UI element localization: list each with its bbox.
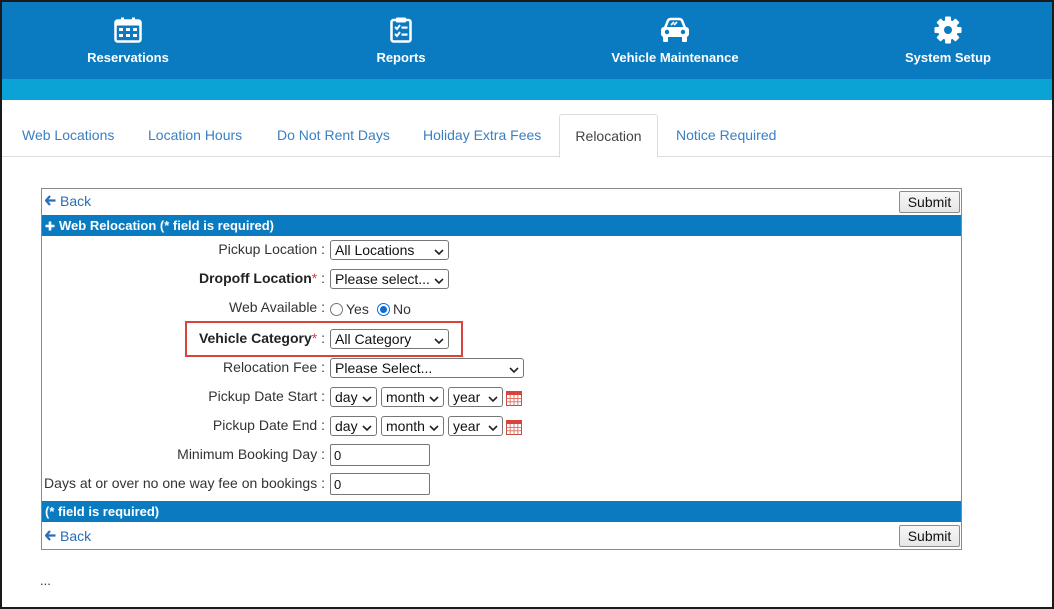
relocation-fee-label: Relocation Fee : [223,359,325,375]
pickup-location-label: Pickup Location : [218,241,325,257]
form-header-label: Web Relocation (* field is required) [59,218,275,233]
tab-location-hours[interactable]: Location Hours [148,114,242,157]
back-link-top[interactable]: Back [44,193,92,209]
back-label: Back [60,528,92,544]
chevron-down-icon [429,391,439,406]
dropoff-location-select[interactable]: Please select... [330,269,449,289]
nav-label: Vehicle Maintenance [611,50,739,65]
relocation-fee-select[interactable]: Please Select... [330,358,524,378]
web-available-label: Web Available : [229,299,325,315]
pickup-end-day-select[interactable]: day [330,416,377,436]
radio-circle [330,302,343,316]
nav-system-setup[interactable]: System Setup [848,2,1048,79]
chevron-down-icon [488,391,498,406]
clipboard-icon [390,15,412,45]
top-navigation: Reservations Reports Vehicle Maintenance… [2,2,1052,79]
calendar-icon[interactable] [506,390,522,409]
chevron-down-icon [434,273,444,288]
back-link-bottom[interactable]: Back [44,528,92,544]
pickup-end-month-select[interactable]: month [381,416,444,436]
tab-relocation[interactable]: Relocation [559,114,658,158]
arrow-left-icon [44,528,56,544]
chevron-down-icon [362,391,372,406]
no-one-way-fee-days-label: Days at or over no one way fee on bookin… [44,475,325,491]
chevron-down-icon [429,420,439,435]
tab-do-not-rent-days[interactable]: Do Not Rent Days [277,114,390,157]
gear-icon [934,15,962,45]
submit-button-top[interactable]: Submit [899,191,960,213]
app-window: Reservations Reports Vehicle Maintenance… [0,0,1054,609]
form-footer-label: (* field is required) [45,504,160,519]
vehicle-category-select[interactable]: All Category [330,329,449,349]
tab-holiday-extra-fees[interactable]: Holiday Extra Fees [423,114,541,157]
calendar-icon[interactable] [506,419,522,438]
tab-notice-required[interactable]: Notice Required [676,114,776,157]
pickup-date-start-label: Pickup Date Start : [208,388,325,404]
form-header-bar: Web Relocation (* field is required) [42,215,961,236]
arrow-left-icon [44,193,56,209]
chevron-down-icon [509,362,519,377]
radio-circle-selected [377,302,390,316]
tab-bar: Web Locations Location Hours Do Not Rent… [2,114,1052,158]
nav-reservations[interactable]: Reservations [28,2,228,79]
relocation-form-panel: Back Submit Web Relocation (* field is r… [41,188,962,550]
pickup-start-day-select[interactable]: day [330,387,377,407]
web-available-yes-radio[interactable]: Yes [330,301,369,317]
pickup-location-select[interactable]: All Locations [330,240,449,260]
nav-label: Reports [376,50,426,65]
nav-vehicle-maintenance[interactable]: Vehicle Maintenance [575,2,775,79]
chevron-down-icon [362,420,372,435]
plus-icon [45,221,55,231]
form-footer-bar: (* field is required) [42,501,961,522]
pickup-end-year-select[interactable]: year [448,416,503,436]
footer-ellipsis: ... [40,573,51,588]
pickup-date-end-label: Pickup Date End : [212,417,325,433]
nav-label: System Setup [905,50,991,65]
chevron-down-icon [434,244,444,259]
minimum-booking-day-input[interactable]: 0 [330,444,430,466]
sub-navigation-bar [2,79,1052,100]
nav-reports[interactable]: Reports [301,2,501,79]
car-icon [659,15,691,45]
web-available-no-radio[interactable]: No [377,301,411,317]
calendar-icon [114,15,142,45]
chevron-down-icon [434,333,444,348]
no-one-way-fee-days-input[interactable]: 0 [330,473,430,495]
nav-label: Reservations [87,50,169,65]
dropoff-location-label: Dropoff Location* : [199,270,325,286]
chevron-down-icon [488,420,498,435]
tab-web-locations[interactable]: Web Locations [22,114,114,157]
vehicle-category-label: Vehicle Category* : [198,330,325,346]
pickup-start-month-select[interactable]: month [381,387,444,407]
pickup-start-year-select[interactable]: year [448,387,503,407]
back-label: Back [60,193,92,209]
minimum-booking-day-label: Minimum Booking Day : [177,446,325,462]
submit-button-bottom[interactable]: Submit [899,525,960,547]
